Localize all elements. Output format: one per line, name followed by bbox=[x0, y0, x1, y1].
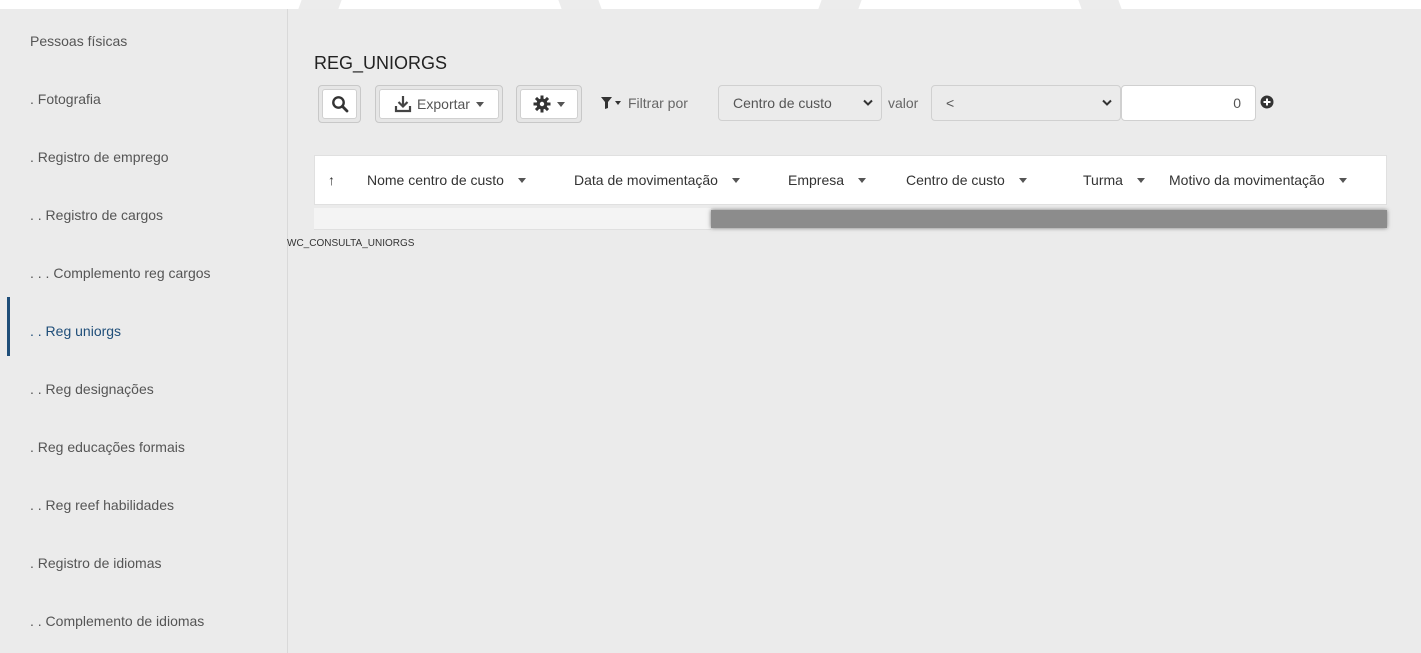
sort-arrow-icon: ↑ bbox=[328, 172, 335, 188]
export-label: Exportar bbox=[417, 96, 470, 112]
column-label: Empresa bbox=[788, 172, 845, 188]
export-button-face: Exportar bbox=[379, 89, 499, 119]
sidebar-item-reg-reef-habilidades[interactable]: . . Reg reef habilidades bbox=[0, 485, 287, 525]
sidebar-item-complemento-reg-cargos[interactable]: . . . Complemento reg cargos bbox=[0, 253, 287, 293]
column-label: Motivo da movimentação bbox=[1169, 172, 1325, 188]
column-header-centro-custo[interactable]: Centro de custo bbox=[906, 172, 1027, 188]
search-button[interactable] bbox=[318, 85, 361, 123]
redacted-row-content bbox=[711, 210, 1387, 228]
chevron-down-icon bbox=[731, 177, 740, 183]
chevron-down-icon bbox=[517, 177, 526, 183]
chevron-down-icon bbox=[1102, 99, 1112, 106]
sidebar-item-pessoas-fisicas[interactable]: Pessoas físicas bbox=[0, 21, 287, 61]
download-icon bbox=[394, 96, 412, 113]
chevron-down-icon bbox=[1018, 177, 1027, 183]
query-name-label: WC_CONSULTA_UNIORGS bbox=[287, 238, 415, 249]
chevron-down-icon bbox=[557, 101, 565, 107]
operator-value: < bbox=[946, 95, 955, 111]
column-header-data-movimentacao[interactable]: Data de movimentação bbox=[574, 172, 740, 188]
chevron-down-icon bbox=[1136, 177, 1145, 183]
column-header-motivo-movimentacao[interactable]: Motivo da movimentação bbox=[1169, 172, 1347, 188]
decorative-stripe bbox=[298, 0, 342, 9]
sidebar: Pessoas físicas . Fotografia . Registro … bbox=[0, 9, 288, 653]
settings-button-face bbox=[520, 89, 578, 119]
search-button-face bbox=[322, 89, 357, 119]
gear-icon bbox=[533, 95, 551, 113]
sidebar-item-reg-educacoes-formais[interactable]: . Reg educações formais bbox=[0, 427, 287, 467]
operator-select[interactable]: < bbox=[931, 85, 1121, 121]
chevron-down-icon bbox=[863, 99, 873, 106]
decorative-stripe bbox=[818, 0, 862, 9]
column-label: Data de movimentação bbox=[574, 172, 718, 188]
search-icon bbox=[331, 96, 348, 113]
sidebar-item-reg-uniorgs[interactable]: . . Reg uniorgs bbox=[0, 311, 287, 351]
add-filter-icon[interactable] bbox=[1260, 95, 1274, 114]
sidebar-item-complemento-idiomas[interactable]: . . Complemento de idiomas bbox=[0, 601, 287, 641]
decorative-stripe bbox=[1078, 0, 1122, 9]
settings-button[interactable] bbox=[516, 85, 582, 123]
page-title: REG_UNIORGS bbox=[314, 53, 448, 73]
table-row[interactable] bbox=[314, 208, 711, 230]
filter-field-select[interactable]: Centro de custo bbox=[718, 85, 882, 121]
filter-label: Filtrar por bbox=[628, 95, 688, 111]
chevron-down-icon bbox=[1338, 177, 1347, 183]
column-header-empresa[interactable]: Empresa bbox=[788, 172, 867, 188]
valor-label: valor bbox=[888, 95, 919, 111]
sort-indicator[interactable]: ↑ bbox=[328, 172, 335, 188]
sidebar-item-registro-idiomas[interactable]: . Registro de idiomas bbox=[0, 543, 287, 583]
sidebar-item-reg-designacoes[interactable]: . . Reg designações bbox=[0, 369, 287, 409]
sidebar-item-fotografia[interactable]: . Fotografia bbox=[0, 79, 287, 119]
main-content: REG_UNIORGS Exportar Filtrar por Centro … bbox=[287, 9, 1421, 653]
filter-field-value: Centro de custo bbox=[733, 95, 832, 111]
top-bar bbox=[0, 0, 1421, 9]
sidebar-item-registro-emprego[interactable]: . Registro de emprego bbox=[0, 137, 287, 177]
chevron-down-icon bbox=[475, 101, 484, 107]
column-label: Centro de custo bbox=[906, 172, 1005, 188]
column-header-turma[interactable]: Turma bbox=[1083, 172, 1145, 188]
chevron-down-icon bbox=[858, 177, 867, 183]
toolbar: Exportar Filtrar por Centro de custo val… bbox=[318, 84, 1418, 124]
decorative-stripe bbox=[558, 0, 602, 9]
column-label: Nome centro de custo bbox=[367, 172, 504, 188]
table-header: ↑ Nome centro de custo Data de movimenta… bbox=[314, 155, 1387, 205]
column-header-nome-centro-custo[interactable]: Nome centro de custo bbox=[367, 172, 526, 188]
column-label: Turma bbox=[1083, 172, 1123, 188]
filter-icon[interactable] bbox=[601, 96, 623, 115]
sidebar-item-registro-cargos[interactable]: . . Registro de cargos bbox=[0, 195, 287, 235]
export-button[interactable]: Exportar bbox=[375, 85, 503, 123]
filter-value-input[interactable]: 0 bbox=[1121, 85, 1256, 121]
